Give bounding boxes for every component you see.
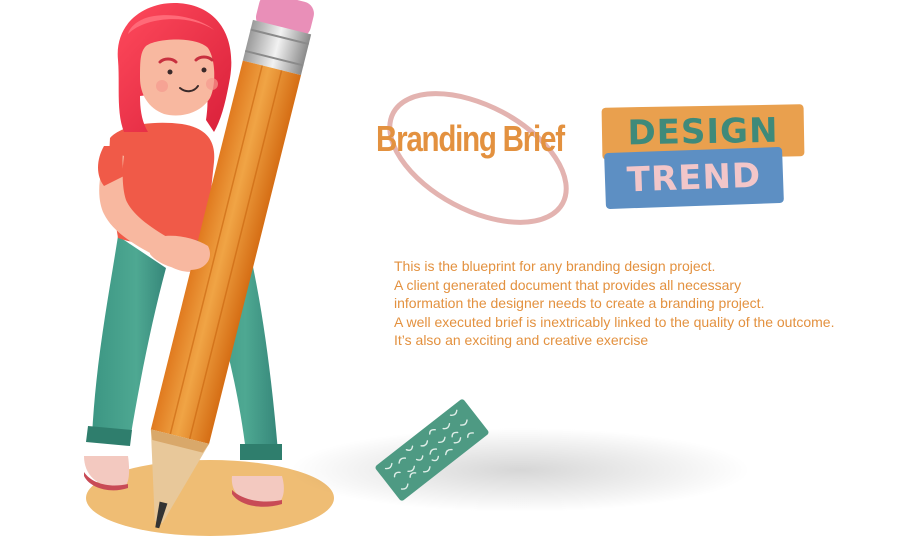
trend-badge: TREND [604, 146, 784, 210]
description-block: This is the blueprint for any branding d… [394, 257, 900, 350]
character-head [117, 3, 232, 133]
description-line: A well executed brief is inextricably li… [394, 313, 835, 330]
description-line: This is the blueprint for any branding d… [394, 258, 716, 274]
description-line: information the designer needs to create… [394, 295, 765, 311]
drop-shadow [290, 428, 750, 512]
page-title: Branding Brief [376, 118, 565, 159]
description-line: A client generated document that provide… [394, 276, 742, 293]
description-line: It’s also an exciting and creative exerc… [394, 332, 649, 348]
headline: Branding Brief [376, 118, 605, 160]
